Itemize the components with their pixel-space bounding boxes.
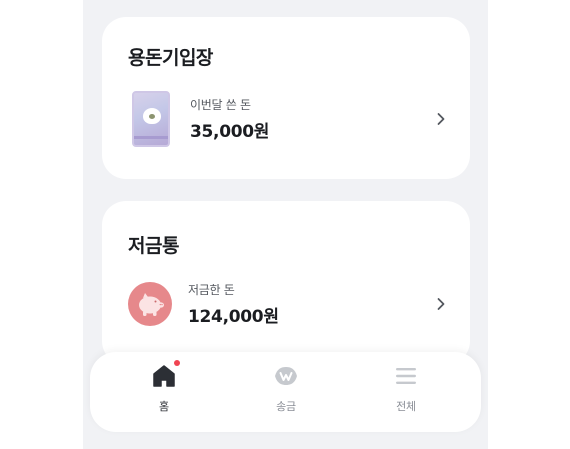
bottom-tab-bar: 홈 송금 전체 bbox=[90, 352, 481, 432]
tab-home[interactable]: 홈 bbox=[134, 360, 194, 422]
allowance-card-image bbox=[132, 91, 170, 147]
chevron-right-icon bbox=[437, 298, 445, 310]
chevron-right-icon bbox=[437, 113, 445, 125]
tab-home-label: 홈 bbox=[159, 400, 169, 413]
home-icon bbox=[150, 360, 180, 390]
send-money-icon bbox=[272, 362, 300, 390]
piggy-bank-icon bbox=[128, 282, 172, 326]
allowance-spent-amount: 35,000원 bbox=[190, 122, 270, 142]
allowance-card: 용돈기입장 이번달 쓴 돈 35,000원 bbox=[102, 17, 470, 179]
piggy-saved-label: 저금한 돈 bbox=[188, 283, 235, 297]
tab-send[interactable]: 송금 bbox=[256, 362, 316, 422]
notification-badge bbox=[174, 360, 180, 366]
menu-icon bbox=[392, 362, 420, 390]
tab-send-label: 송금 bbox=[276, 400, 296, 413]
app-screen: 용돈기입장 이번달 쓴 돈 35,000원 저금통 저금한 돈 124,000원… bbox=[83, 0, 488, 449]
allowance-spent-row[interactable]: 이번달 쓴 돈 35,000원 bbox=[128, 89, 448, 149]
allowance-card-title: 용돈기입장 bbox=[128, 47, 213, 69]
tab-all[interactable]: 전체 bbox=[376, 362, 436, 422]
allowance-spent-label: 이번달 쓴 돈 bbox=[190, 98, 251, 112]
piggy-bank-card: 저금통 저금한 돈 124,000원 bbox=[102, 201, 470, 365]
tab-all-label: 전체 bbox=[396, 400, 416, 413]
piggy-bank-card-title: 저금통 bbox=[128, 235, 179, 257]
piggy-saved-amount: 124,000원 bbox=[188, 307, 279, 327]
piggy-saved-row[interactable]: 저금한 돈 124,000원 bbox=[128, 274, 448, 334]
